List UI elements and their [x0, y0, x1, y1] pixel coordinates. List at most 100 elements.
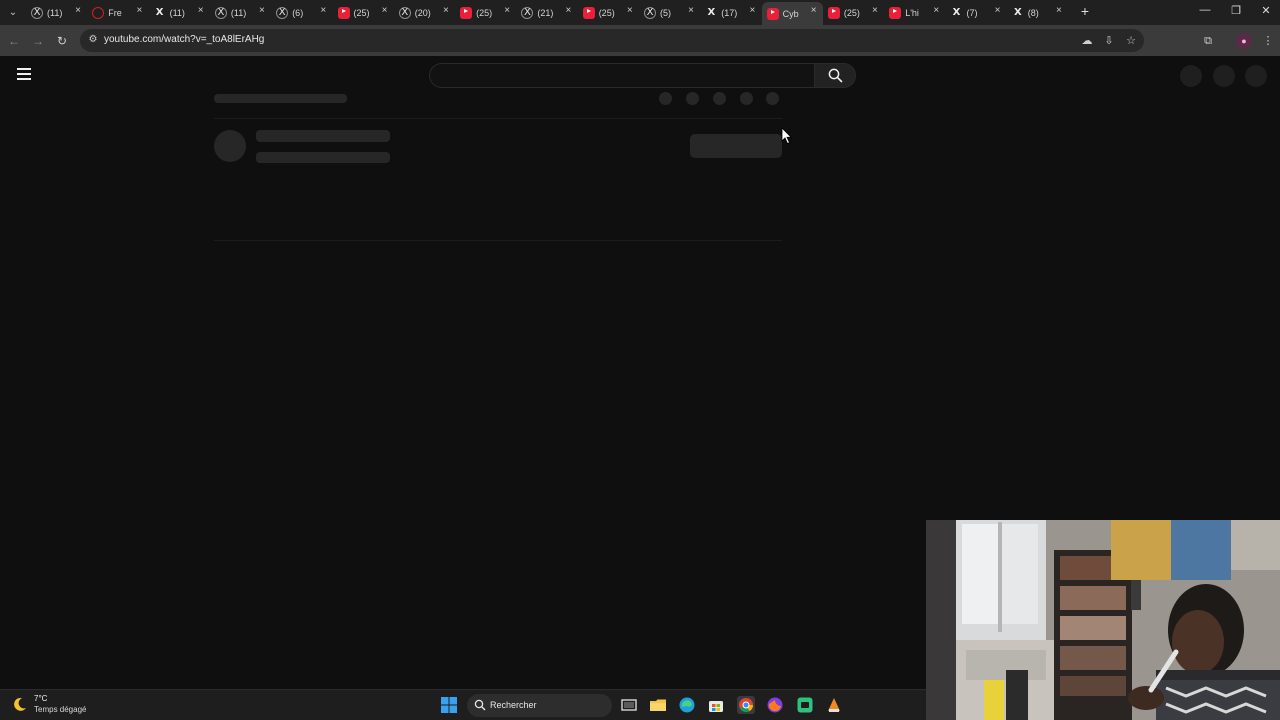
- tab-close-icon[interactable]: ×: [933, 5, 939, 16]
- tab-title: (11): [230, 7, 247, 18]
- tab-close-icon[interactable]: ×: [811, 5, 817, 16]
- browser-tab[interactable]: X (11) ×: [149, 2, 210, 23]
- cloud-icon[interactable]: ☁: [1080, 34, 1094, 48]
- tab-close-icon[interactable]: ×: [75, 5, 81, 16]
- address-bar[interactable]: ⚙ youtube.com/watch?v=_toA8lErAHg ☆ ⇩ ☁: [80, 29, 1144, 52]
- browser-tab[interactable]: X (21) ×: [516, 2, 577, 23]
- microsoft-store-icon[interactable]: [707, 696, 725, 714]
- browser-tab[interactable]: (25) ×: [823, 2, 884, 23]
- tab-close-icon[interactable]: ×: [504, 5, 510, 16]
- browser-tab[interactable]: L'hi ×: [884, 2, 945, 23]
- browser-tab[interactable]: X (11) ×: [26, 2, 87, 23]
- firefox-icon[interactable]: [766, 696, 784, 714]
- browser-toolbar: ← → ↻ ⚙ youtube.com/watch?v=_toA8lErAHg …: [0, 25, 1280, 56]
- extensions-icon[interactable]: ⧉: [1200, 33, 1216, 49]
- weather-description[interactable]: Temps dégagé: [34, 705, 86, 714]
- close-window-button[interactable]: ✕: [1258, 4, 1274, 17]
- tab-title: (5): [660, 7, 671, 18]
- bookmark-star-icon[interactable]: ☆: [1124, 34, 1138, 48]
- tab-title: (25): [843, 7, 860, 18]
- tab-close-icon[interactable]: ×: [995, 5, 1001, 16]
- vlc-player-icon[interactable]: [825, 696, 843, 714]
- weather-temperature[interactable]: 7°C: [34, 694, 47, 703]
- channel-avatar-skeleton: [214, 130, 246, 162]
- x-logo-icon: X: [952, 7, 961, 18]
- browser-tab[interactable]: (25) ×: [578, 2, 639, 23]
- tab-title: Fre: [108, 7, 122, 18]
- tab-search-chevron-icon[interactable]: ⌄: [4, 3, 22, 21]
- tab-close-icon[interactable]: ×: [1056, 5, 1062, 16]
- tab-title: (25): [476, 7, 493, 18]
- youtube-icon: [766, 7, 779, 20]
- file-explorer-icon[interactable]: [649, 696, 667, 714]
- green-app-icon[interactable]: [796, 696, 814, 714]
- new-tab-button[interactable]: +: [1077, 3, 1093, 19]
- task-view-icon[interactable]: [620, 696, 638, 714]
- browser-tab[interactable]: Cyb ×: [761, 2, 823, 25]
- subscriber-count-skeleton: [256, 152, 390, 163]
- browser-tab[interactable]: (25) ×: [455, 2, 516, 23]
- tab-close-icon[interactable]: ×: [259, 5, 265, 16]
- x-logo-icon: X: [707, 7, 716, 18]
- taskbar-search-box[interactable]: Rechercher: [467, 694, 612, 717]
- edge-browser-icon[interactable]: [678, 696, 696, 714]
- browser-tab[interactable]: Fre ×: [87, 2, 148, 23]
- youtube-icon: [582, 6, 595, 19]
- x-circle-icon: X: [276, 6, 289, 19]
- install-app-icon[interactable]: ⇩: [1102, 34, 1116, 48]
- tab-title: (20): [414, 7, 431, 18]
- action-skeleton-1: [659, 92, 672, 105]
- back-button[interactable]: ←: [6, 33, 22, 49]
- tab-close-icon[interactable]: ×: [320, 5, 326, 16]
- mouse-cursor-icon: [781, 127, 793, 145]
- tab-close-icon[interactable]: ×: [566, 5, 572, 16]
- taskbar-search-placeholder: Rechercher: [490, 700, 537, 710]
- create-button-placeholder[interactable]: [1180, 65, 1202, 87]
- profile-avatar-icon[interactable]: ●: [1236, 33, 1252, 49]
- tab-close-icon[interactable]: ×: [443, 5, 449, 16]
- browser-menu-icon[interactable]: ⋮: [1260, 33, 1276, 49]
- x-circle-icon: X: [214, 6, 227, 19]
- moon-weather-icon[interactable]: [12, 696, 28, 712]
- forward-button[interactable]: →: [30, 33, 46, 49]
- minimize-button[interactable]: —: [1197, 4, 1213, 16]
- x-circle-icon: X: [31, 6, 43, 19]
- webcam-feed-image: [926, 520, 1280, 720]
- x-circle-icon: X: [521, 6, 534, 19]
- browser-tab[interactable]: X (5) ×: [639, 2, 700, 23]
- tab-close-icon[interactable]: ×: [749, 5, 755, 16]
- tab-close-icon[interactable]: ×: [136, 5, 142, 16]
- action-skeleton-2: [686, 92, 699, 105]
- tab-close-icon[interactable]: ×: [627, 5, 633, 16]
- hamburger-menu-icon[interactable]: [17, 68, 31, 80]
- tab-close-icon[interactable]: ×: [198, 5, 204, 16]
- youtube-icon: [889, 6, 902, 19]
- search-input[interactable]: [429, 63, 815, 88]
- tab-close-icon[interactable]: ×: [382, 5, 388, 16]
- windows-start-icon[interactable]: [440, 696, 458, 714]
- tab-close-icon[interactable]: ×: [872, 5, 878, 16]
- notifications-placeholder[interactable]: [1213, 65, 1235, 87]
- action-skeleton-3: [713, 92, 726, 105]
- url-text[interactable]: youtube.com/watch?v=_toA8lErAHg: [104, 34, 264, 45]
- youtube-masthead: [0, 56, 1280, 96]
- account-avatar-placeholder[interactable]: [1245, 65, 1267, 87]
- site-info-icon[interactable]: ⚙: [86, 33, 100, 47]
- x-logo-icon: X: [155, 7, 164, 18]
- tab-close-icon[interactable]: ×: [688, 5, 694, 16]
- browser-tab[interactable]: X (17) ×: [700, 2, 761, 23]
- browser-tab[interactable]: X (6) ×: [271, 2, 332, 23]
- reload-button[interactable]: ↻: [54, 33, 70, 49]
- browser-tab[interactable]: X (8) ×: [1007, 2, 1068, 23]
- chrome-browser-icon[interactable]: [737, 696, 755, 714]
- browser-tab[interactable]: X (11) ×: [210, 2, 271, 23]
- browser-tab[interactable]: X (7) ×: [946, 2, 1007, 23]
- tab-title: (11): [169, 7, 185, 18]
- tab-title: (7): [966, 7, 978, 18]
- tab-title: (6): [292, 7, 304, 18]
- browser-tab[interactable]: X (20) ×: [394, 2, 455, 23]
- search-button[interactable]: [814, 63, 856, 88]
- browser-tab[interactable]: (25) ×: [333, 2, 394, 23]
- restore-button[interactable]: ❐: [1228, 4, 1244, 17]
- action-skeleton-4: [740, 92, 753, 105]
